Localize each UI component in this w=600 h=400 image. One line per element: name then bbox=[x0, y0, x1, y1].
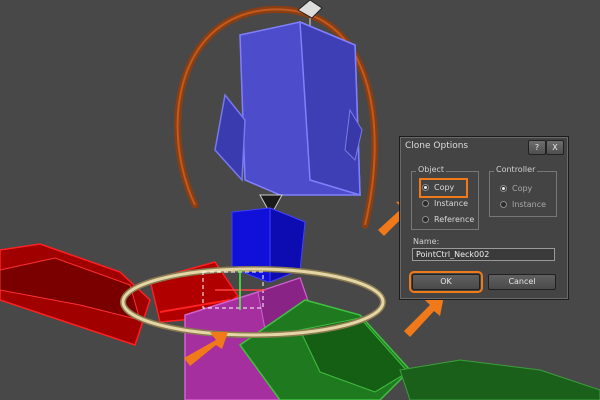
clone-options-dialog: Clone Options ? X Object Copy Instance R… bbox=[399, 136, 569, 300]
radio-selected-icon bbox=[500, 185, 507, 192]
cancel-button[interactable]: Cancel bbox=[488, 274, 556, 290]
object-copy-label: Copy bbox=[434, 183, 455, 192]
radio-icon bbox=[422, 216, 429, 223]
radio-icon bbox=[500, 201, 507, 208]
object-group-label: Object bbox=[416, 165, 447, 174]
radio-selected-icon bbox=[422, 184, 429, 191]
name-label: Name: bbox=[413, 237, 440, 246]
name-input[interactable] bbox=[412, 248, 555, 261]
controller-copy-label: Copy bbox=[512, 184, 533, 193]
controller-instance-label: Instance bbox=[512, 200, 547, 209]
object-group: Object Copy Instance Reference bbox=[411, 165, 479, 230]
object-instance-label: Instance bbox=[434, 199, 469, 208]
controller-group: Controller Copy Instance bbox=[489, 165, 557, 217]
object-copy-radio[interactable]: Copy bbox=[419, 178, 468, 198]
ok-button[interactable]: OK bbox=[409, 271, 483, 293]
dialog-titlebar[interactable]: Clone Options ? X bbox=[400, 137, 568, 157]
close-icon[interactable]: X bbox=[546, 140, 564, 155]
help-icon[interactable]: ? bbox=[528, 140, 546, 155]
controller-group-label: Controller bbox=[494, 165, 538, 174]
dialog-title: Clone Options bbox=[405, 141, 469, 151]
radio-icon bbox=[422, 200, 429, 207]
object-reference-label: Reference bbox=[434, 215, 475, 224]
